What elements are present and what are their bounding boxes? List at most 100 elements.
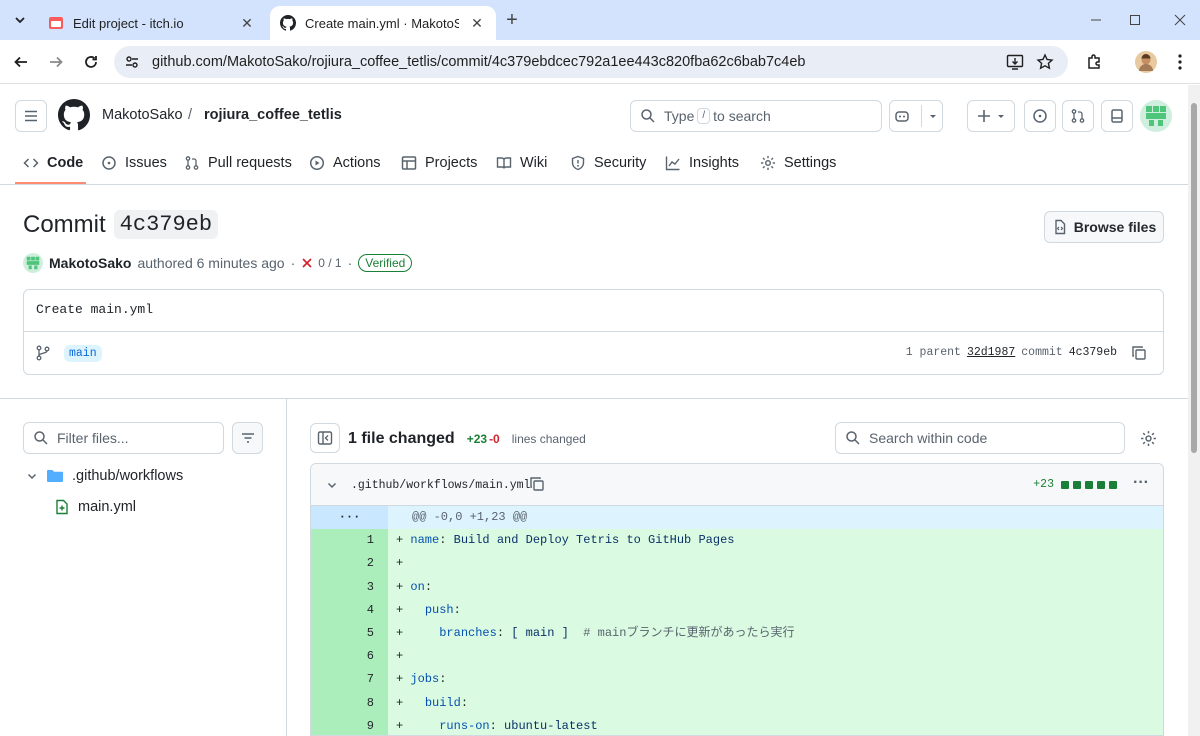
file-added-icon xyxy=(56,499,68,515)
line-number[interactable]: 2 xyxy=(311,552,388,576)
github-favicon-icon xyxy=(280,15,296,31)
diff-line: 6 + xyxy=(311,645,1163,669)
breadcrumb-owner[interactable]: MakotoSako xyxy=(102,107,183,123)
commit-meta: MakotoSako authored 6 minutes ago · 0 / … xyxy=(23,252,413,274)
tree-folder[interactable]: .github/workflows xyxy=(26,464,183,488)
global-search-input[interactable]: Type / to search xyxy=(630,100,882,132)
tab-itch[interactable]: Edit project - itch.io ✕ xyxy=(38,6,266,40)
toggle-file-tree-button[interactable] xyxy=(310,423,340,453)
collapse-chevron-icon[interactable] xyxy=(326,479,338,491)
shield-icon xyxy=(571,155,585,171)
line-number[interactable]: 3 xyxy=(311,575,388,599)
browser-menu-button[interactable] xyxy=(1166,48,1194,76)
file-options-button[interactable]: ··· xyxy=(1133,474,1149,492)
files-changed-count: 1 file changed xyxy=(348,430,455,447)
tab-search-button[interactable] xyxy=(6,6,34,34)
github-logo-icon[interactable] xyxy=(58,99,90,131)
parent-sha-link[interactable]: 32d1987 xyxy=(967,346,1015,359)
diff-line: 3 + on: xyxy=(311,575,1163,599)
copilot-icon xyxy=(895,111,909,122)
branch-label[interactable]: main xyxy=(64,345,102,362)
line-number[interactable]: 5 xyxy=(311,621,388,646)
search-within-code-input[interactable]: Search within code xyxy=(835,422,1125,454)
tab-wiki[interactable]: Wiki xyxy=(496,151,547,175)
tab-title: Edit project - itch.io xyxy=(73,15,184,31)
line-number[interactable]: 8 xyxy=(311,691,388,715)
line-code: + jobs: xyxy=(396,672,447,687)
diff-stat: +23 xyxy=(1033,478,1117,491)
diff-summary: 1 file changed +23 -0 lines changed xyxy=(348,430,586,448)
tab-actions[interactable]: Actions xyxy=(309,151,381,175)
extensions-button[interactable] xyxy=(1081,48,1109,76)
tab-pull-requests[interactable]: Pull requests xyxy=(184,151,292,175)
close-tab-icon[interactable]: ✕ xyxy=(238,14,256,32)
page-scrollbar[interactable] xyxy=(1188,85,1200,736)
verified-badge[interactable]: Verified xyxy=(358,254,413,272)
tab-settings[interactable]: Settings xyxy=(760,151,836,175)
parent-info: 1 parent 32d1987 commit 4c379eb xyxy=(906,346,1117,359)
folder-name: .github/workflows xyxy=(72,468,184,484)
reload-button[interactable] xyxy=(77,48,105,76)
site-info-icon[interactable] xyxy=(124,54,140,70)
create-new-button[interactable] xyxy=(967,100,1015,132)
breadcrumb-repo[interactable]: rojiura_coffee_tetlis xyxy=(204,107,342,123)
meta-separator: · xyxy=(290,255,296,271)
tab-issues[interactable]: Issues xyxy=(101,151,167,175)
copy-icon[interactable] xyxy=(529,476,545,492)
new-tab-button[interactable]: + xyxy=(498,6,526,34)
forward-button[interactable] xyxy=(42,48,70,76)
tab-code[interactable]: Code xyxy=(23,151,83,175)
x-icon xyxy=(302,258,312,268)
graph-icon xyxy=(665,156,680,171)
copilot-button[interactable] xyxy=(889,100,943,132)
profile-avatar[interactable] xyxy=(1132,48,1160,76)
maximize-icon[interactable] xyxy=(1125,10,1145,30)
line-number[interactable]: 9 xyxy=(311,714,388,735)
copy-icon[interactable] xyxy=(1131,345,1147,361)
book-icon xyxy=(496,157,512,169)
file-code-icon xyxy=(1055,219,1065,235)
line-number[interactable]: 7 xyxy=(311,668,388,692)
diff-line: 8 + build: xyxy=(311,691,1163,715)
line-number[interactable]: 4 xyxy=(311,598,388,622)
tab-projects[interactable]: Projects xyxy=(401,151,477,175)
table-icon xyxy=(401,156,417,170)
line-code: + xyxy=(396,556,404,571)
tab-label: Pull requests xyxy=(208,155,292,171)
expand-hunk-button[interactable]: ··· xyxy=(311,506,388,530)
stat-block xyxy=(1097,480,1105,489)
inbox-button[interactable] xyxy=(1101,100,1133,132)
author-avatar-icon[interactable] xyxy=(23,253,43,273)
pull-requests-button[interactable] xyxy=(1062,100,1094,132)
line-number[interactable]: 1 xyxy=(311,529,388,553)
author-link[interactable]: MakotoSako xyxy=(49,255,131,271)
gear-icon[interactable] xyxy=(1140,430,1157,447)
filter-button[interactable] xyxy=(232,422,263,454)
user-avatar[interactable] xyxy=(1140,100,1172,132)
itch-favicon-icon xyxy=(49,17,63,29)
commit-title-label: Commit xyxy=(23,210,106,238)
install-app-icon[interactable] xyxy=(1006,54,1024,70)
bookmark-star-icon[interactable] xyxy=(1036,53,1054,71)
issues-button[interactable] xyxy=(1024,100,1056,132)
tab-github[interactable]: Create main.yml · MakotoSako/ ✕ xyxy=(270,6,496,40)
close-window-icon[interactable] xyxy=(1170,10,1190,30)
close-tab-icon[interactable]: ✕ xyxy=(468,14,486,32)
checks-status[interactable]: 0 / 1 xyxy=(301,256,342,270)
sidebar-collapse-icon xyxy=(317,431,333,445)
tab-insights[interactable]: Insights xyxy=(665,151,739,175)
minimize-icon[interactable] xyxy=(1086,10,1106,30)
tab-security[interactable]: Security xyxy=(570,151,646,175)
browse-files-button[interactable]: Browse files xyxy=(1044,211,1164,243)
scrollbar-thumb[interactable] xyxy=(1191,103,1197,453)
hamburger-menu-button[interactable] xyxy=(15,100,47,132)
filter-files-input[interactable]: Filter files... xyxy=(23,422,224,454)
diff-file-path[interactable]: .github/workflows/main.yml xyxy=(351,479,530,492)
pull-request-icon xyxy=(1071,109,1085,123)
back-button[interactable] xyxy=(7,48,35,76)
line-number[interactable]: 6 xyxy=(311,645,388,669)
address-bar[interactable]: github.com/MakotoSako/rojiura_coffee_tet… xyxy=(114,46,1068,78)
tree-file[interactable]: main.yml xyxy=(54,495,136,519)
search-icon xyxy=(33,430,49,446)
tab-label: Issues xyxy=(125,155,167,171)
